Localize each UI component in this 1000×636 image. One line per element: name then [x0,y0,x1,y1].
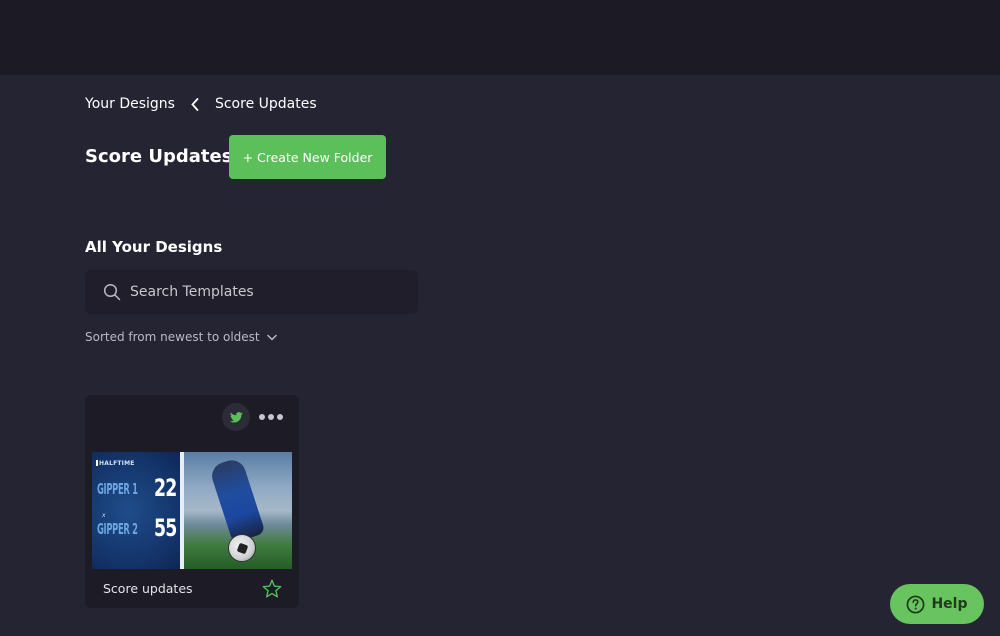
dot [259,414,265,420]
soccer-ball-icon [228,534,256,562]
thumbnail-divider [180,452,184,569]
chevron-left-icon[interactable] [191,97,201,111]
more-options-button[interactable] [259,409,283,425]
chevron-down-icon [266,334,277,341]
question-circle-icon [907,595,925,613]
thumbnail-score2: 55 [154,514,177,542]
search-input[interactable] [130,284,400,300]
dot [277,414,283,420]
design-card[interactable]: HALFTIME GIPPER 1 22 x GIPPER 2 55 Score… [85,395,299,608]
thumbnail-score1: 22 [154,474,177,502]
search-bar[interactable] [85,270,418,314]
sort-label: Sorted from newest to oldest [85,330,260,344]
thumbnail-team2: GIPPER 2 [97,520,138,538]
dot [268,414,274,420]
design-name: Score updates [103,581,193,596]
help-label: Help [931,596,968,612]
thumbnail-scoreboard-panel [92,452,182,569]
breadcrumb-your-designs[interactable]: Your Designs [85,96,175,112]
search-icon [103,283,121,301]
page-title: Score Updates [85,146,233,167]
section-title: All Your Designs [85,238,223,256]
top-bar [0,0,1000,75]
sort-dropdown[interactable]: Sorted from newest to oldest [85,330,277,344]
thumbnail-versus: x [102,512,106,519]
thumbnail-team1: GIPPER 1 [97,480,138,498]
twitter-button[interactable] [222,403,250,431]
design-thumbnail[interactable]: HALFTIME GIPPER 1 22 x GIPPER 2 55 [92,452,292,569]
twitter-icon [229,411,243,423]
breadcrumb: Your Designs Score Updates [85,96,317,112]
thumbnail-halftime-label: HALFTIME [96,460,135,467]
breadcrumb-current: Score Updates [214,96,317,112]
favorite-star-icon[interactable] [262,579,282,602]
help-button[interactable]: Help [890,584,984,624]
create-new-folder-button[interactable]: + Create New Folder [229,135,386,179]
